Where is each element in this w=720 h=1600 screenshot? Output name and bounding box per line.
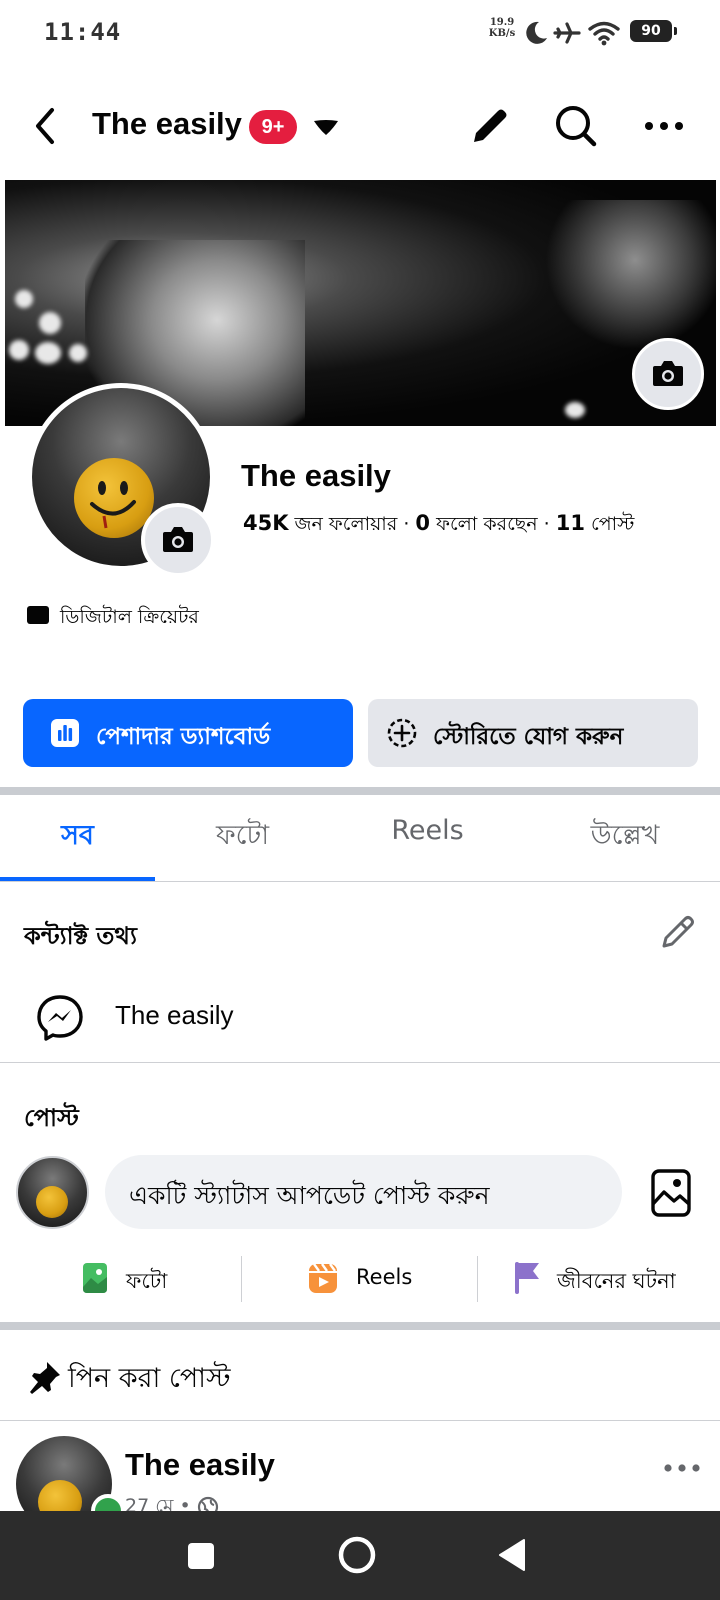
profile-stats: 45K জন ফলোয়ার · 0 ফলো করছেন · 11 পোস্ট [243, 510, 634, 542]
caret-down-icon[interactable] [310, 116, 342, 138]
section-divider [0, 1420, 720, 1421]
cover-figure-secondary [545, 200, 716, 350]
section-divider [0, 787, 720, 795]
tab-mentions[interactable]: উল্লেখ [550, 815, 700, 860]
stats-separator: · [543, 513, 550, 535]
tabs-divider [0, 881, 720, 882]
posts-section-title: পোস্ট [24, 1104, 79, 1132]
action-separator [241, 1256, 242, 1302]
messenger-icon [37, 995, 83, 1041]
cover-light [69, 344, 87, 362]
post-more-options-icon[interactable] [662, 1451, 702, 1485]
dashboard-button-label: পেশাদার ড্যাশবোর্ড [96, 724, 271, 750]
edit-cover-button[interactable] [632, 338, 704, 410]
post-author-name[interactable]: The easily [125, 1447, 275, 1483]
followers-count[interactable]: 45K [243, 511, 289, 535]
action-separator [477, 1256, 478, 1302]
messenger-contact-name[interactable]: The easily [115, 1000, 234, 1031]
photo-icon [83, 1263, 107, 1293]
following-count[interactable]: 0 [415, 511, 430, 535]
top-app-bar: The easily 9+ [0, 86, 720, 166]
cover-light [39, 312, 61, 334]
more-options-icon[interactable] [640, 102, 688, 150]
status-placeholder: একটি স্ট্যাটাস আপডেট পোস্ট করুন [129, 1181, 490, 1210]
battery-indicator: 90 [630, 20, 677, 42]
reels-action-button[interactable]: Reels [308, 1258, 438, 1300]
tab-photos[interactable]: ফটো [170, 815, 315, 860]
airplane-icon [553, 22, 581, 44]
followers-label[interactable]: জন ফলোয়ার [295, 513, 398, 535]
reels-action-label: Reels [356, 1265, 413, 1289]
notification-badge: 9+ [249, 110, 297, 144]
profile-tabs: সব ফটো Reels উল্লেখ [0, 795, 720, 881]
status-update-input[interactable]: একটি স্ট্যাটাস আপডেট পোস্ট করুন [105, 1155, 622, 1229]
moon-icon [526, 21, 547, 44]
cover-light [9, 340, 29, 360]
pin-icon [30, 1362, 60, 1394]
pencil-icon[interactable] [466, 102, 514, 150]
edit-contact-pencil-icon[interactable] [658, 912, 698, 952]
smiley-face-icon [90, 481, 136, 529]
stats-separator: · [403, 513, 410, 535]
status-bar: 11:44 19.9 KB/s 90 [0, 0, 720, 66]
system-navigation-bar [0, 1511, 720, 1600]
professional-dashboard-button[interactable]: পেশাদার ড্যাশবোর্ড [23, 699, 353, 767]
home-icon[interactable] [337, 1535, 377, 1575]
add-to-story-button[interactable]: স্টোরিতে যোগ করুন [368, 699, 698, 767]
status-time: 11:44 [44, 18, 122, 46]
add-circle-icon [387, 718, 417, 748]
story-button-label: স্টোরিতে যোগ করুন [433, 724, 624, 750]
pinned-posts-title: পিন করা পোস্ট [68, 1363, 231, 1394]
page-switcher-name[interactable]: The easily [92, 106, 242, 142]
cover-light [565, 402, 585, 418]
posts-label: পোস্ট [590, 513, 635, 535]
network-speed: 19.9 KB/s [488, 17, 516, 39]
clapperboard-icon [27, 606, 49, 624]
section-divider [0, 1322, 720, 1330]
profile-category: ডিজিটাল ক্রিয়েটর [60, 606, 199, 628]
photo-action-label: ফটো [126, 1269, 168, 1293]
photo-gallery-icon[interactable] [650, 1168, 692, 1218]
back-nav-icon[interactable] [496, 1537, 528, 1573]
back-arrow-icon[interactable] [28, 104, 64, 148]
smiley-ball [74, 458, 154, 538]
camera-icon [163, 527, 193, 552]
bar-chart-icon [51, 719, 79, 747]
edit-profile-picture-button[interactable] [141, 503, 215, 577]
section-divider [0, 1062, 720, 1063]
tab-reels[interactable]: Reels [355, 815, 500, 846]
recent-apps-icon[interactable] [186, 1541, 216, 1571]
tab-all[interactable]: সব [0, 815, 155, 860]
following-label[interactable]: ফলো করছেন [436, 513, 537, 535]
profile-name: The easily [241, 458, 391, 493]
smiley-ball [36, 1186, 68, 1218]
cover-light [35, 342, 61, 364]
camera-icon [653, 361, 683, 386]
posts-count: 11 [555, 511, 585, 535]
photo-action-button[interactable]: ফটো [82, 1258, 202, 1300]
composer-avatar[interactable] [16, 1156, 89, 1229]
contact-info-title: কন্ট্যাক্ট তথ্য [24, 922, 137, 950]
flag-icon [515, 1262, 539, 1294]
reels-icon [309, 1263, 337, 1293]
cover-light [15, 290, 33, 308]
life-event-action-label: জীবনের ঘটনা [557, 1269, 676, 1293]
wifi-icon [588, 21, 620, 46]
life-event-action-button[interactable]: জীবনের ঘটনা [513, 1258, 708, 1300]
search-icon[interactable] [552, 102, 600, 150]
